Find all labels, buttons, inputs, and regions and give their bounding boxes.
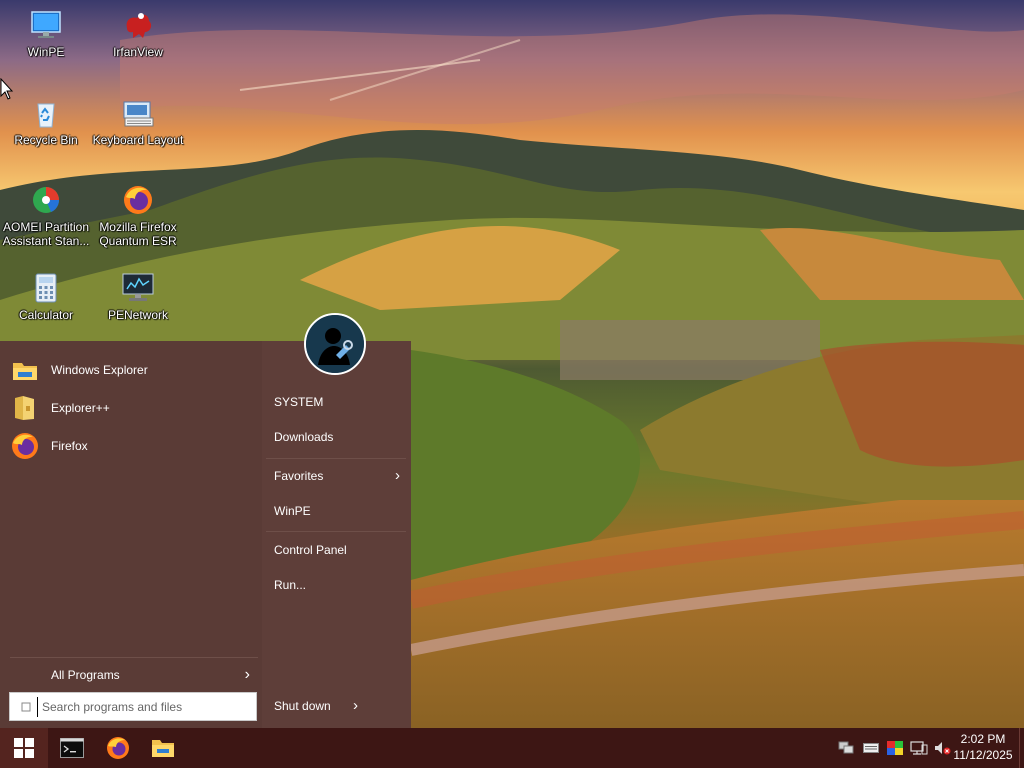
places-item-favorites[interactable]: Favorites › <box>266 461 406 491</box>
monitor-icon <box>31 11 61 38</box>
start-menu-places-pane: SYSTEM Downloads Favorites › WinPE Contr… <box>262 341 411 728</box>
places-item-label: SYSTEM <box>274 395 324 409</box>
places-item-label: WinPE <box>274 504 311 518</box>
desktop-icon-calculator[interactable]: Calculator <box>0 271 92 322</box>
keyboard-icon <box>863 743 879 753</box>
places-item-system[interactable]: SYSTEM <box>266 387 406 417</box>
desktop-icon-label: WinPE <box>27 45 65 59</box>
desktop-icon-label: PENetwork <box>107 308 169 322</box>
desktop-icon-aomei[interactable]: AOMEI Partition Assistant Stan... <box>0 183 92 248</box>
desktop-icon-winpe[interactable]: WinPE <box>0 8 92 59</box>
desktop-icon-recycle-bin[interactable]: Recycle Bin <box>0 96 92 147</box>
chevron-right-icon: › <box>395 467 400 484</box>
tray-color[interactable] <box>884 728 906 768</box>
places-item-run[interactable]: Run... <box>266 570 406 600</box>
folder-icon <box>152 740 174 757</box>
start-button[interactable] <box>0 728 48 768</box>
terminal-icon <box>60 738 84 758</box>
tray-keyboard[interactable] <box>860 728 882 768</box>
firefox-icon <box>124 186 152 214</box>
program-firefox[interactable]: Firefox <box>10 429 256 463</box>
taskbar-app-firefox[interactable] <box>95 728 141 768</box>
program-label: Windows Explorer <box>51 363 148 377</box>
program-explorerpp[interactable]: Explorer++ <box>10 391 256 425</box>
desktop-icon-label: Calculator <box>18 308 74 322</box>
recycle-bin-icon <box>37 103 55 128</box>
shutdown-label: Shut down <box>274 699 331 713</box>
start-menu: Windows Explorer Explorer++ Firefox All … <box>0 313 411 728</box>
tray-display[interactable] <box>908 728 930 768</box>
desktop-icon-firefox[interactable]: Mozilla Firefox Quantum ESR <box>92 183 184 248</box>
all-programs-button[interactable]: All Programs › <box>10 659 258 691</box>
taskbar: 2:02 PM 11/12/2025 <box>0 728 1024 768</box>
desktop-icon-irfanview[interactable]: IrfanView <box>92 8 184 59</box>
firefox-icon <box>12 433 38 459</box>
program-windows-explorer[interactable]: Windows Explorer <box>10 353 256 387</box>
places-item-label: Downloads <box>274 430 334 444</box>
places-item-label: Favorites <box>274 469 324 483</box>
program-label: Firefox <box>51 439 88 453</box>
chevron-right-icon: › <box>353 697 358 714</box>
network-monitor-icon <box>122 273 154 301</box>
keyboard-icon <box>123 101 154 127</box>
tray-network[interactable] <box>836 728 856 768</box>
places-item-label: Run... <box>274 578 307 592</box>
places-item-control-panel[interactable]: Control Panel <box>266 535 406 565</box>
clock-date: 11/12/2025 <box>953 748 1013 762</box>
start-menu-programs-pane: Windows Explorer Explorer++ Firefox All … <box>0 341 262 728</box>
shutdown-button[interactable]: Shut down › <box>266 691 366 721</box>
system-clock[interactable]: 2:02 PM 11/12/2025 <box>948 731 1018 763</box>
all-programs-label: All Programs <box>51 668 120 682</box>
search-input[interactable] <box>37 696 246 717</box>
places-divider <box>266 531 406 532</box>
color-icon <box>887 741 903 755</box>
taskbar-app-command-prompt[interactable] <box>49 728 95 768</box>
search-icon <box>15 697 37 717</box>
explorerpp-icon <box>15 396 34 420</box>
user-avatar-icon <box>306 315 364 373</box>
search-box[interactable] <box>9 692 257 721</box>
irfanview-icon <box>126 13 152 39</box>
desktop-icon-label: IrfanView <box>113 45 163 59</box>
folder-icon <box>13 363 37 380</box>
aomei-icon <box>33 187 59 213</box>
places-item-downloads[interactable]: Downloads <box>266 422 406 452</box>
desktop-icon-label: Recycle Bin <box>14 133 78 147</box>
desktop-icon-keyboard-layout[interactable]: Keyboard Layout <box>92 96 184 147</box>
taskbar-app-file-explorer[interactable] <box>140 728 186 768</box>
program-label: Explorer++ <box>51 401 110 415</box>
places-item-winpe[interactable]: WinPE <box>266 496 406 526</box>
chevron-right-icon: › <box>244 666 250 683</box>
show-desktop-button[interactable] <box>1019 728 1024 768</box>
places-item-label: Control Panel <box>274 543 347 557</box>
places-divider <box>266 458 406 459</box>
clock-time: 2:02 PM <box>960 732 1006 746</box>
desktop-icon-label: Keyboard Layout <box>92 133 184 147</box>
start-menu-divider <box>10 657 258 658</box>
windows-logo-icon <box>14 738 34 758</box>
network-icon <box>838 741 854 754</box>
display-icon <box>910 741 928 755</box>
desktop-icon-label: Mozilla Firefox Quantum ESR <box>99 220 177 248</box>
desktop-icon-label: AOMEI Partition Assistant Stan... <box>2 220 90 248</box>
desktop-icon-penetwork[interactable]: PENetwork <box>92 271 184 322</box>
firefox-icon <box>107 737 129 759</box>
user-avatar[interactable] <box>304 313 366 375</box>
calculator-icon <box>35 273 57 303</box>
